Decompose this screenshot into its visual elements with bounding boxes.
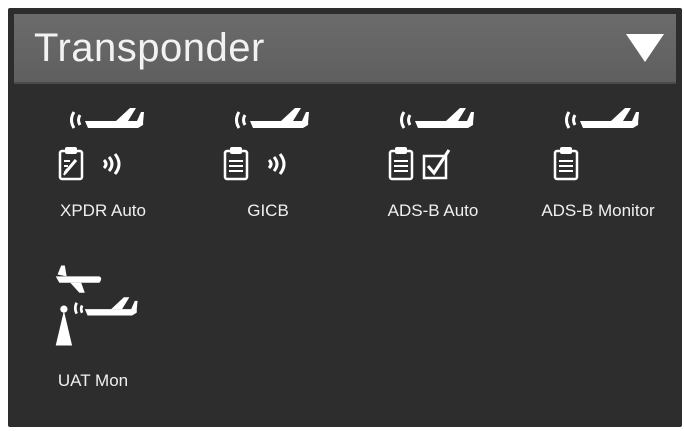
triangle-down-icon — [626, 34, 664, 62]
clipboard-edit-icon — [58, 147, 84, 181]
mode-ads-b-auto[interactable]: ADS-B Auto — [378, 98, 528, 228]
transponder-screen: Transponder XPDR Auto GICB ADS-B Auto AD… — [8, 8, 682, 427]
airplane-icon — [55, 265, 102, 293]
checkbox-checked-icon — [422, 149, 451, 180]
transponder-header[interactable]: Transponder — [14, 14, 676, 84]
mode-label: ADS-B Auto — [387, 201, 479, 220]
dropdown-button[interactable] — [606, 14, 676, 82]
airplane-signal-icon — [400, 108, 474, 129]
antenna-tower-icon — [55, 305, 73, 346]
mode-ads-b-monitor[interactable]: ADS-B Monitor — [541, 98, 682, 228]
mode-xpdr-auto[interactable]: XPDR Auto — [48, 98, 198, 228]
mode-label: UAT Mon — [57, 371, 129, 390]
clipboard-icon — [553, 147, 579, 181]
airplane-signal-icon — [70, 108, 144, 129]
mode-label: XPDR Auto — [60, 201, 146, 220]
clipboard-icon — [223, 147, 249, 181]
clipboard-icon — [388, 147, 414, 181]
mode-gicb[interactable]: GICB — [213, 98, 363, 228]
signal-waves-icon — [102, 153, 121, 175]
mode-label: ADS-B Monitor — [541, 201, 655, 220]
airplane-signal-icon — [565, 108, 639, 129]
mode-label: GICB — [247, 201, 289, 220]
airplane-signal-icon — [235, 108, 309, 129]
mode-uat-mon[interactable]: UAT Mon — [38, 260, 188, 400]
page-title: Transponder — [34, 26, 265, 70]
airplane-signal-icon — [73, 297, 138, 316]
signal-waves-icon — [267, 153, 286, 175]
